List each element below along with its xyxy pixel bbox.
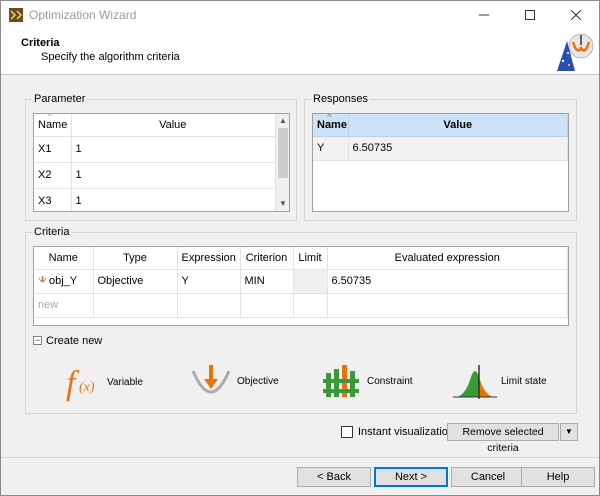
scroll-down-icon[interactable]: ▼ xyxy=(276,197,289,211)
table-row[interactable]: X1 1 xyxy=(34,136,289,163)
scroll-thumb[interactable] xyxy=(278,128,288,178)
column-header-value[interactable]: Value xyxy=(71,114,289,137)
param-value-cell[interactable]: 1 xyxy=(71,162,289,189)
parameter-scrollbar[interactable]: ▲ ▼ xyxy=(275,114,289,211)
back-button[interactable]: < Back xyxy=(297,467,371,487)
create-constraint-label: Constraint xyxy=(367,375,413,387)
help-button[interactable]: Help xyxy=(521,467,595,487)
scroll-up-icon[interactable]: ▲ xyxy=(276,114,289,128)
objective-icon xyxy=(191,365,231,394)
minimize-button[interactable] xyxy=(461,1,507,29)
empty-cell xyxy=(177,293,241,318)
column-header-name[interactable]: ^ Name xyxy=(34,114,72,137)
table-row[interactable]: X3 1 xyxy=(34,188,289,211)
create-new-collapse-toggle[interactable]: − xyxy=(33,336,42,345)
empty-cell xyxy=(93,293,178,318)
create-variable-button[interactable]: f (x) Variable xyxy=(65,363,143,401)
responses-header-row: ^ Name Value xyxy=(313,114,568,137)
close-icon xyxy=(571,10,581,20)
create-limit-state-label: Limit state xyxy=(501,375,547,387)
new-row-placeholder[interactable]: new xyxy=(34,293,94,318)
cancel-button[interactable]: Cancel xyxy=(451,467,525,487)
criteria-name-cell[interactable]: obj_Y xyxy=(34,269,94,294)
wizard-hat-icon xyxy=(557,33,594,71)
create-limit-state-button[interactable]: Limit state xyxy=(453,363,547,399)
column-header-evaluated-expression[interactable]: Evaluated expression xyxy=(327,247,568,270)
instant-visualization-checkbox[interactable] xyxy=(341,426,353,438)
responses-group-title: Responses xyxy=(311,93,371,105)
criteria-group-title: Criteria xyxy=(32,226,72,238)
create-new-label: Create new xyxy=(46,335,103,347)
criteria-header-row: Name Type Expression Criterion Limit Eva… xyxy=(34,247,568,270)
criteria-table: Name Type Expression Criterion Limit Eva… xyxy=(33,246,569,326)
objective-icon xyxy=(38,276,47,283)
criteria-limit-cell xyxy=(293,269,328,294)
close-window-button[interactable] xyxy=(553,1,599,29)
column-header-type[interactable]: Type xyxy=(93,247,178,270)
next-button[interactable]: Next > xyxy=(374,467,448,487)
title-bar: Optimization Wizard xyxy=(1,1,599,29)
create-constraint-button[interactable]: Constraint xyxy=(323,363,413,399)
constraint-icon xyxy=(323,365,359,397)
criteria-evaluated-cell: 6.50735 xyxy=(327,269,568,294)
create-objective-label: Objective xyxy=(237,375,279,387)
table-row[interactable]: X2 1 xyxy=(34,162,289,189)
footer-divider xyxy=(1,457,599,458)
maximize-icon xyxy=(525,10,535,20)
criteria-type-cell[interactable]: Objective xyxy=(93,269,178,294)
svg-text:(x): (x) xyxy=(79,380,95,395)
limit-state-icon xyxy=(453,365,497,399)
response-name-cell: Y xyxy=(313,136,349,161)
response-value-cell: 6.50735 xyxy=(348,136,568,161)
page-title: Criteria xyxy=(21,37,60,49)
column-header-criterion[interactable]: Criterion xyxy=(240,247,294,270)
svg-text:f: f xyxy=(66,365,80,401)
column-header-name[interactable]: Name xyxy=(34,247,94,270)
sort-indicator-icon: ^ xyxy=(327,114,332,121)
column-header-expression[interactable]: Expression xyxy=(177,247,241,270)
remove-options-dropdown[interactable]: ▼ xyxy=(560,423,578,441)
create-objective-button[interactable]: Objective xyxy=(189,363,279,399)
table-row[interactable]: obj_Y Objective Y MIN 6.50735 xyxy=(34,269,568,294)
param-name-cell: X3 xyxy=(34,188,72,211)
parameter-group-title: Parameter xyxy=(32,93,88,105)
column-header-value[interactable]: Value xyxy=(348,114,568,137)
param-value-cell[interactable]: 1 xyxy=(71,136,289,163)
table-row[interactable]: Y 6.50735 xyxy=(313,136,568,161)
new-criteria-row[interactable]: new xyxy=(34,293,568,318)
create-variable-label: Variable xyxy=(107,376,143,388)
responses-table: ^ Name Value Y 6.50735 xyxy=(312,113,569,212)
instant-visualization-label[interactable]: Instant visualization xyxy=(358,426,454,438)
criteria-criterion-cell[interactable]: MIN xyxy=(240,269,294,294)
parameter-table: ^ Name Value X1 1 X2 1 X3 1 ▲ ▼ xyxy=(33,113,290,212)
page-subtitle: Specify the algorithm criteria xyxy=(41,51,180,63)
empty-cell xyxy=(293,293,328,318)
param-value-cell[interactable]: 1 xyxy=(71,188,289,211)
column-header-name[interactable]: ^ Name xyxy=(313,114,349,137)
criteria-expression-cell[interactable]: Y xyxy=(177,269,241,294)
remove-selected-criteria-button[interactable]: Remove selected criteria xyxy=(447,423,559,454)
empty-cell xyxy=(240,293,294,318)
minimize-icon xyxy=(479,14,489,16)
param-name-cell: X2 xyxy=(34,162,72,189)
window-title: Optimization Wizard xyxy=(29,8,137,22)
function-icon: f (x) xyxy=(66,365,95,401)
maximize-button[interactable] xyxy=(507,1,553,29)
parameter-header-row: ^ Name Value xyxy=(34,114,289,137)
column-header-limit[interactable]: Limit xyxy=(293,247,328,270)
optimization-wizard-window: Optimization Wizard Criteria Specify the… xyxy=(0,0,600,496)
app-icon xyxy=(9,8,23,22)
sort-indicator-icon: ^ xyxy=(48,114,52,121)
chevron-down-icon: ▼ xyxy=(565,427,573,436)
empty-cell xyxy=(327,293,568,318)
wizard-header: Criteria Specify the algorithm criteria xyxy=(1,29,599,75)
param-name-cell: X1 xyxy=(34,136,72,163)
